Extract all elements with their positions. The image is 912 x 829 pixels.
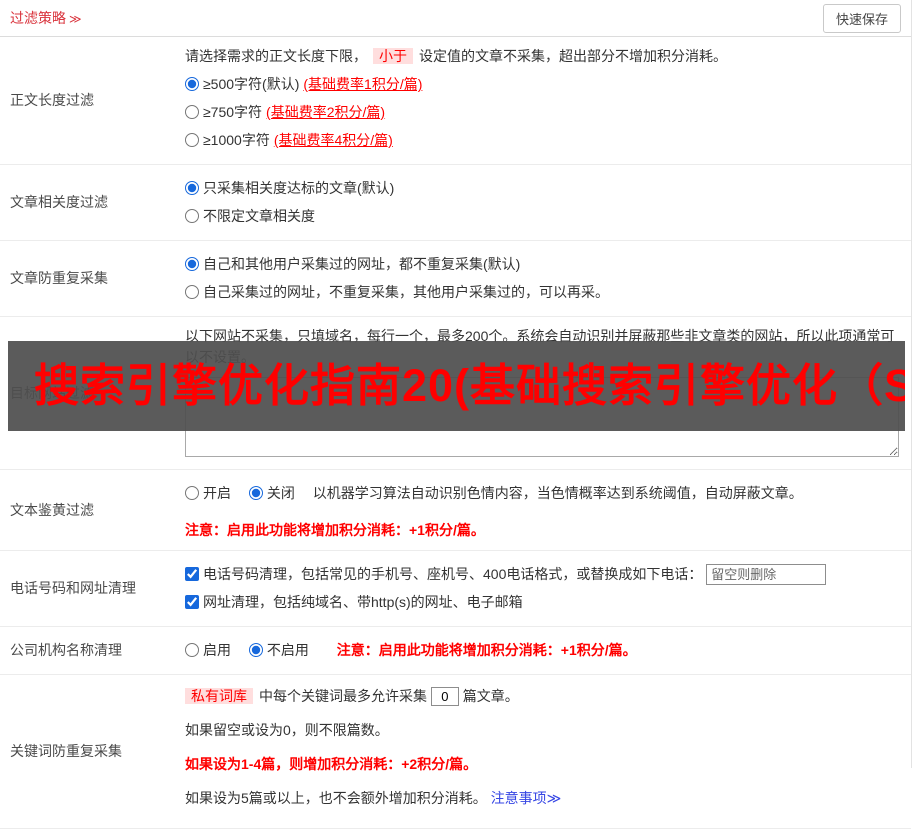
chevron-down-icon: ≫ [69,11,82,26]
relevance-filter-label: 文章相关度过滤 [10,194,108,210]
dedup-option-self-only[interactable]: 自己采集过的网址，不重复采集，其他用户采集过的，可以再采。 [185,282,899,303]
relevance-option-strict[interactable]: 只采集相关度达标的文章(默认) [185,178,899,199]
length-option-1000[interactable]: ≥1000字符 (基础费率4积分/篇) [185,130,899,151]
intro-before: 请选择需求的正文长度下限， [185,48,367,64]
phone-url-label: 电话号码和网址清理 [10,580,136,596]
intro-after: 设定值的文章不采集，超出部分不增加积分消耗。 [419,48,727,64]
company-cleanup-note: 注意：启用此功能将增加积分消耗：+1积分/篇。 [336,642,637,658]
porn-filter-label: 文本鉴黄过滤 [10,501,94,518]
porn-option-on[interactable]: 开启 [185,483,231,504]
section-dedup-filter: 文章防重复采集 自己和其他用户采集过的网址，都不重复采集(默认) 自己采集过的网… [0,241,911,317]
phone-cleanup-checkbox[interactable] [185,567,199,581]
section-company-cleanup: 公司机构名称清理 启用 不启用 注意：启用此功能将增加积分消耗：+1积分/篇。 [0,627,911,675]
dedup-option-all-users[interactable]: 自己和其他用户采集过的网址，都不重复采集(默认) [185,254,899,275]
keyword-line-1-end: 篇文章。 [462,688,519,704]
section-length-filter: 正文长度过滤 请选择需求的正文长度下限， 小于 设定值的文章不采集，超出部分不增加积… [0,37,911,165]
company-cleanup-content: 启用 不启用 注意：启用此功能将增加积分消耗：+1积分/篇。 [178,627,911,674]
length-radio-750[interactable] [185,105,199,119]
dedup-filter-label: 文章防重复采集 [10,270,108,286]
section-porn-filter: 文本鉴黄过滤 开启 关闭 以机器学习算法自动识别色情内容，当色情概率达到系统阈值… [0,470,911,551]
length-option-750-text: ≥750字符 [203,104,263,120]
relevance-radio-strict[interactable] [185,181,199,195]
length-filter-label: 正文长度过滤 [10,92,94,108]
dedup-option-self-only-text: 自己采集过的网址，不重复采集，其他用户采集过的，可以再采。 [203,284,609,300]
company-option-off-text: 不启用 [266,642,309,658]
length-radio-500[interactable] [185,77,199,91]
fee-link-1[interactable]: (基础费率1积分/篇) [303,76,422,92]
replacement-phone-input[interactable] [706,564,827,585]
porn-radio-on[interactable] [185,486,199,500]
section-keyword-dedup: 关键词防重复采集 私有词库中每个关键词最多允许采集 篇文章。 如果留空或设为0，… [0,675,911,829]
porn-radio-off[interactable] [248,486,263,500]
porn-filter-note: 注意：启用此功能将增加积分消耗：+1积分/篇。 [185,522,485,538]
length-option-500[interactable]: ≥500字符(默认) (基础费率1积分/篇) [185,74,899,95]
length-option-750[interactable]: ≥750字符 (基础费率2积分/篇) [185,102,899,123]
relevance-filter-content: 只采集相关度达标的文章(默认) 不限定文章相关度 [178,165,911,240]
company-cleanup-line: 启用 不启用 注意：启用此功能将增加积分消耗：+1积分/篇。 [185,633,899,668]
fee-link-3[interactable]: (基础费率4积分/篇) [274,132,393,148]
porn-option-on-text: 开启 [203,485,231,501]
quick-save-button[interactable]: 快速保存 [822,3,901,33]
fee-link-2[interactable]: (基础费率2积分/篇) [266,104,385,120]
section-relevance-filter: 文章相关度过滤 只采集相关度达标的文章(默认) 不限定文章相关度 [0,165,911,241]
company-option-off[interactable]: 不启用 [248,640,309,661]
company-option-on[interactable]: 启用 [185,640,231,661]
company-option-on-text: 启用 [203,642,231,658]
length-option-1000-text: ≥1000字符 [203,132,270,148]
porn-filter-desc: 以机器学习算法自动识别色情内容，当色情概率达到系统阈值，自动屏蔽文章。 [312,485,803,501]
relevance-option-any-text: 不限定文章相关度 [203,208,315,224]
keyword-line-1: 私有词库中每个关键词最多允许采集 篇文章。 [185,686,899,707]
section-phone-url-cleanup: 电话号码和网址清理 电话号码清理，包括常见的手机号、座机号、400电话格式，或替… [0,551,911,627]
private-lexicon-highlight[interactable]: 私有词库 [185,688,253,704]
length-filter-intro: 请选择需求的正文长度下限， 小于 设定值的文章不采集，超出部分不增加积分消耗。 [185,46,899,67]
porn-option-off-text: 关闭 [266,485,295,501]
phone-cleanup-line: 电话号码清理，包括常见的手机号、座机号、400电话格式，或替换成如下电话： [185,564,899,585]
porn-option-off[interactable]: 关闭 [248,483,295,504]
keyword-dedup-content: 私有词库中每个关键词最多允许采集 篇文章。 如果留空或设为0，则不限篇数。 如果… [178,675,911,828]
url-cleanup-option[interactable]: 网址清理，包括纯域名、带http(s)的网址、电子邮箱 [185,592,899,613]
header-bar: 过滤策略 ≫ 快速保存 [0,0,911,37]
company-radio-on[interactable] [185,643,199,657]
relevance-radio-any[interactable] [185,209,199,223]
phone-url-content: 电话号码清理，包括常见的手机号、座机号、400电话格式，或替换成如下电话： 网址… [178,551,911,626]
porn-filter-content: 开启 关闭 以机器学习算法自动识别色情内容，当色情概率达到系统阈值，自动屏蔽文章… [178,470,911,550]
porn-filter-options-line: 开启 关闭 以机器学习算法自动识别色情内容，当色情概率达到系统阈值，自动屏蔽文章… [185,476,899,511]
phone-cleanup-option[interactable]: 电话号码清理，包括常见的手机号、座机号、400电话格式，或替换成如下电话： [185,566,706,582]
keyword-line-4-text: 如果设为5篇或以上，也不会额外增加积分消耗。 [185,790,487,806]
relevance-option-any[interactable]: 不限定文章相关度 [185,206,899,227]
dedup-option-all-users-text: 自己和其他用户采集过的网址，都不重复采集(默认) [203,256,521,272]
length-option-500-text: ≥500字符(默认) [203,76,300,92]
marquee-overlay: 搜索引擎优化指南20(基础搜索引擎优化（SE [8,341,905,431]
url-cleanup-checkbox[interactable] [185,595,199,609]
company-radio-off[interactable] [248,643,263,657]
dedup-filter-content: 自己和其他用户采集过的网址，都不重复采集(默认) 自己采集过的网址，不重复采集，… [178,241,911,316]
marquee-text: 搜索引擎优化指南20(基础搜索引擎优化（SE [34,360,905,412]
notice-link[interactable]: 注意事项≫ [491,790,562,806]
relevance-option-strict-text: 只采集相关度达标的文章(默认) [203,180,395,196]
less-than-highlight: 小于 [373,48,413,64]
page-title[interactable]: 过滤策略 ≫ [10,8,82,29]
phone-cleanup-text: 电话号码清理，包括常见的手机号、座机号、400电话格式，或替换成如下电话： [203,566,703,582]
keyword-line-2: 如果留空或设为0，则不限篇数。 [185,722,389,738]
keyword-line-3-note: 如果设为1-4篇，则增加积分消耗：+2积分/篇。 [185,756,478,772]
keyword-count-input[interactable] [430,687,459,706]
page-title-text: 过滤策略 [10,9,66,26]
company-cleanup-label: 公司机构名称清理 [10,642,122,658]
dedup-radio-all-users[interactable] [185,257,199,271]
url-cleanup-text: 网址清理，包括纯域名、带http(s)的网址、电子邮箱 [203,594,523,610]
keyword-line-1-mid: 中每个关键词最多允许采集 [259,688,427,704]
keyword-line-4: 如果设为5篇或以上，也不会额外增加积分消耗。 注意事项≫ [185,788,899,809]
length-radio-1000[interactable] [185,133,199,147]
length-filter-content: 请选择需求的正文长度下限， 小于 设定值的文章不采集，超出部分不增加积分消耗。 ≥5… [178,37,911,164]
dedup-radio-self-only[interactable] [185,285,199,299]
keyword-dedup-label: 关键词防重复采集 [10,743,122,759]
